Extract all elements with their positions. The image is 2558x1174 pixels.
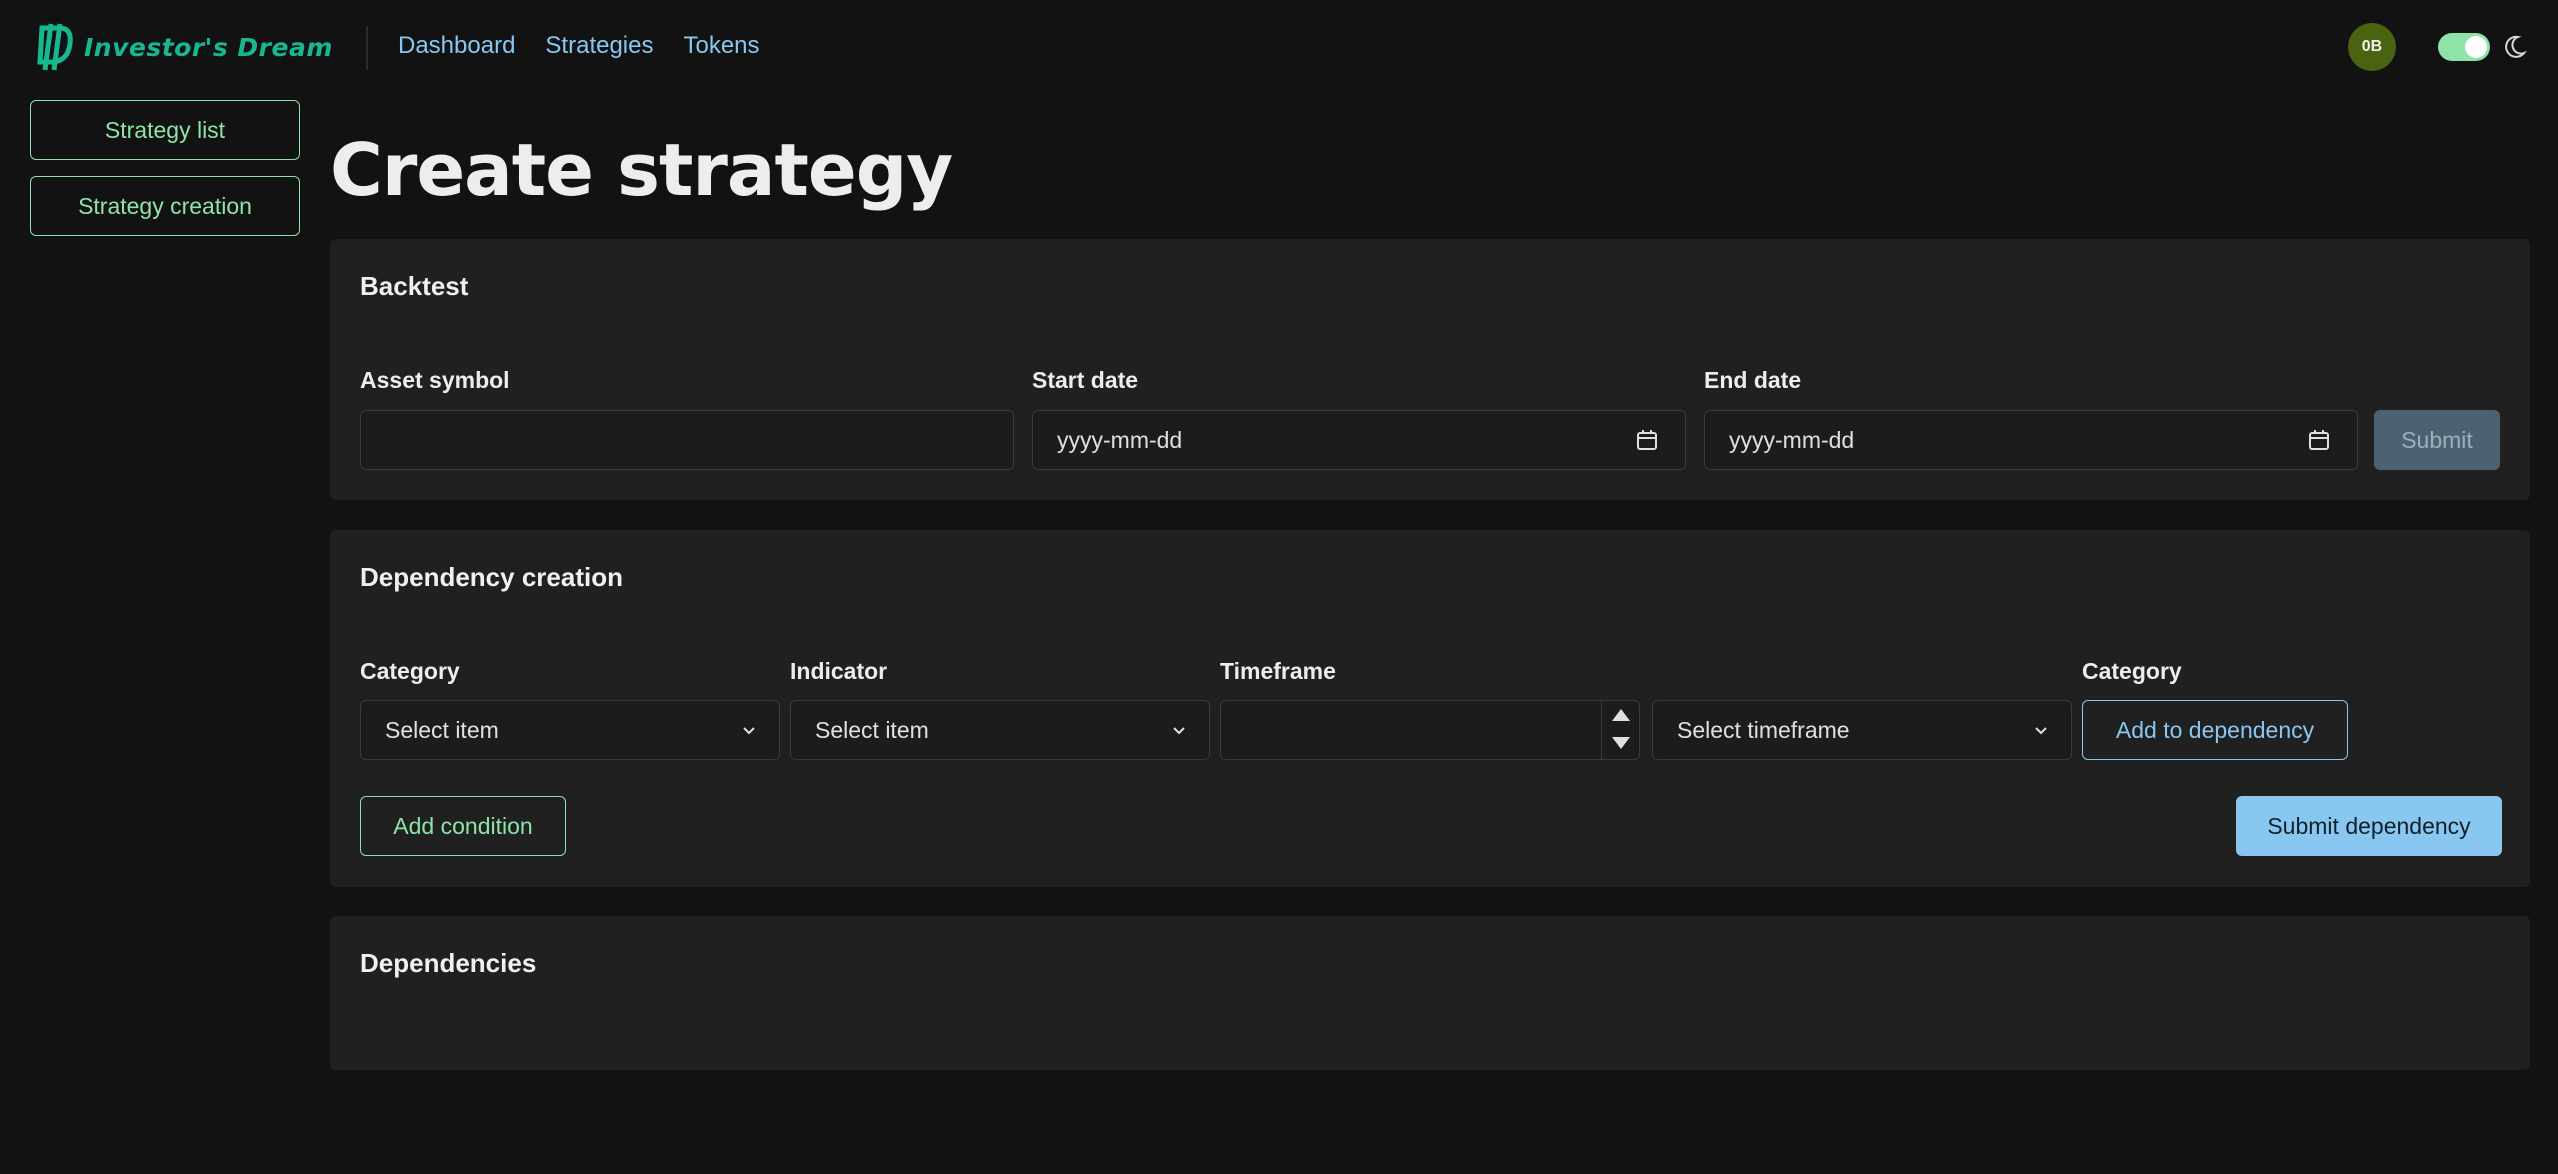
stepper-up-icon[interactable] [1612,709,1630,721]
end-date-label: End date [1704,367,1802,393]
add-condition-button[interactable]: Add condition [360,796,566,856]
toggle-knob [2465,36,2487,58]
brand-name: Investor's Dream [84,32,333,62]
submit-dependency-button[interactable]: Submit dependency [2236,796,2502,856]
timeframe-label: Timeframe [1220,658,1336,684]
dependencies-card: Dependencies [330,916,2530,1070]
start-date-placeholder: yyyy-mm-dd [1057,426,1183,453]
chevron-down-icon [2035,727,2047,735]
sidebar-item-strategy-creation[interactable]: Strategy creation [30,176,300,236]
dependencies-title: Dependencies [360,948,537,978]
moon-icon [2505,35,2527,58]
category-select[interactable]: Select item [360,700,780,760]
stepper-down-icon[interactable] [1612,737,1630,749]
timeframe-select[interactable]: Select timeframe [1652,700,2072,760]
category-select-value: Select item [385,716,499,743]
add-to-dependency-button[interactable]: Add to dependency [2082,700,2348,760]
brand-logo[interactable]: Investor's Dream [34,22,333,72]
timeframe-select-value: Select timeframe [1677,716,1850,743]
nav-dashboard[interactable]: Dashboard [398,32,515,60]
theme-toggle[interactable] [2438,33,2490,61]
category-label: Category [360,658,460,684]
category-label-secondary: Category [2082,658,2182,684]
chevron-down-icon [743,727,755,735]
nav-strategies[interactable]: Strategies [545,32,653,60]
dependency-creation-title: Dependency creation [360,562,623,592]
timeframe-number-input[interactable] [1220,700,1640,760]
asset-symbol-input[interactable] [360,410,1014,470]
chevron-down-icon [1173,727,1185,735]
top-navbar: Investor's Dream Dashboard Strategies To… [0,0,2558,96]
indicator-select[interactable]: Select item [790,700,1210,760]
avatar[interactable]: 0B [2348,23,2396,71]
indicator-label: Indicator [790,658,888,684]
backtest-submit-button[interactable]: Submit [2374,410,2500,470]
header-divider [366,26,368,70]
end-date-input[interactable]: yyyy-mm-dd [1704,410,2358,470]
start-date-label: Start date [1032,367,1139,393]
sidebar-item-strategy-list[interactable]: Strategy list [30,100,300,160]
indicator-select-value: Select item [815,716,929,743]
page-title: Create strategy [330,128,953,212]
main-nav: Dashboard Strategies Tokens [398,32,760,60]
calendar-icon[interactable] [2307,428,2331,452]
start-date-input[interactable]: yyyy-mm-dd [1032,410,1686,470]
asset-symbol-label: Asset symbol [360,367,510,393]
calendar-icon[interactable] [1635,428,1659,452]
logo-icon [37,23,73,71]
nav-tokens[interactable]: Tokens [683,32,759,60]
number-stepper[interactable] [1601,701,1639,759]
end-date-placeholder: yyyy-mm-dd [1729,426,1855,453]
dependency-creation-card: Dependency creation Category Select item… [330,530,2530,887]
backtest-title: Backtest [360,271,469,301]
backtest-card: Backtest Asset symbol Start date yyyy-mm… [330,239,2530,500]
